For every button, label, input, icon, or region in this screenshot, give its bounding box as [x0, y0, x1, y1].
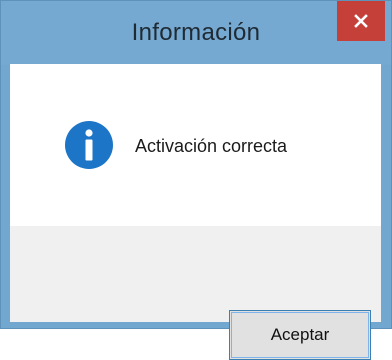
message-area: Activación correcta [10, 64, 381, 226]
close-icon [354, 14, 368, 28]
close-button[interactable] [337, 1, 385, 41]
ok-button[interactable]: Aceptar [229, 310, 371, 360]
dialog-body: Activación correcta Aceptar [10, 64, 381, 360]
button-bar: Aceptar [10, 226, 381, 360]
window-title: Información [131, 19, 261, 46]
message-text: Activación correcta [135, 136, 288, 156]
dialog-window: Información Activación correcta Aceptar [0, 0, 392, 360]
info-icon [65, 121, 113, 169]
title-bar[interactable]: Información [1, 1, 391, 65]
